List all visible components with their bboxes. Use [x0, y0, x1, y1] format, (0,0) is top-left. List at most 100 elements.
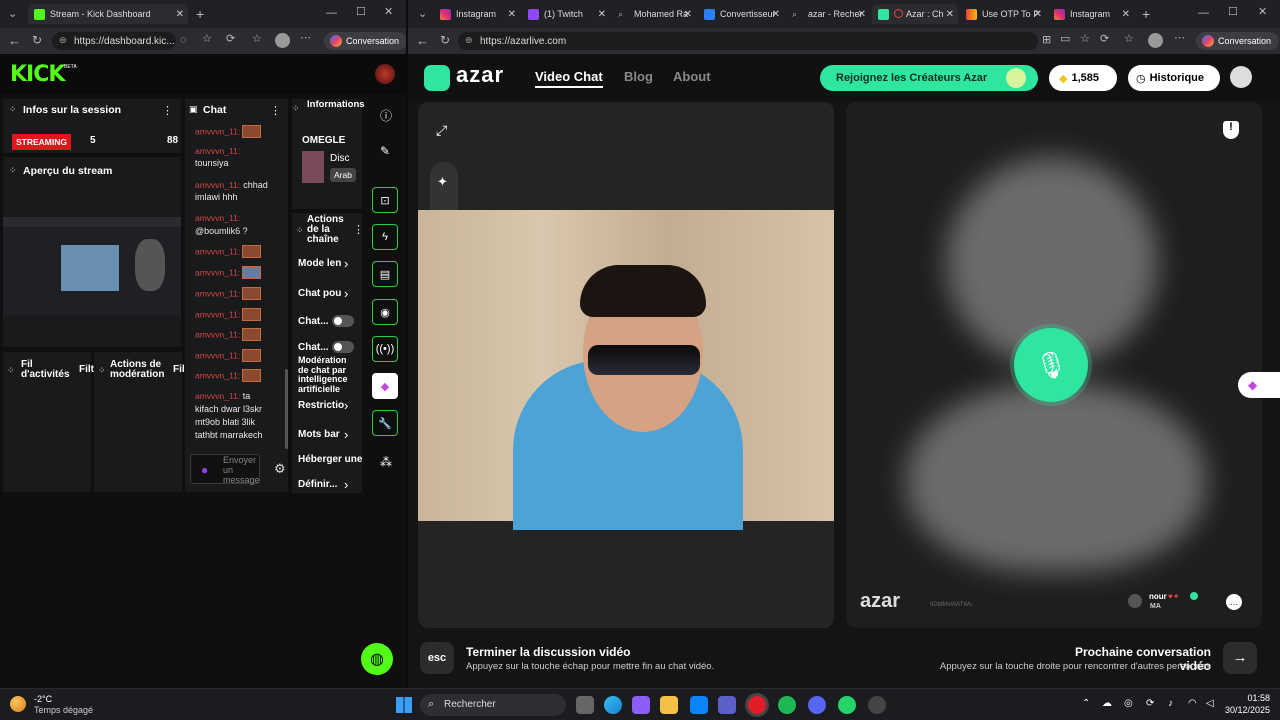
maximize-icon[interactable]: ☐ [1228, 7, 1238, 18]
tab-list-chevron-icon[interactable]: ⌄ [8, 9, 17, 20]
close-tab-icon[interactable]: ✕ [1034, 9, 1042, 20]
tab-azar-search[interactable]: ⌕ azar - Recher ✕ [786, 4, 870, 24]
app-icon[interactable] [868, 696, 886, 714]
nav-blog[interactable]: Blog [624, 69, 653, 84]
action-define[interactable]: Définir... [298, 479, 337, 490]
url-field[interactable]: ⊜ https://azarlive.com [458, 32, 1038, 50]
weather-moon-icon[interactable] [10, 696, 26, 712]
chat-username[interactable]: amvvvn_11 [195, 126, 238, 136]
more-menu-icon[interactable]: ⋯ [1174, 33, 1185, 44]
drag-icon[interactable]: ⁘ [98, 365, 106, 376]
chat-settings-gear-icon[interactable]: ⚙ [274, 461, 286, 477]
chat-username[interactable]: amvvvn_11 [195, 246, 238, 256]
info-icon[interactable]: ⓘ [380, 107, 392, 124]
sparkle-effects-icon[interactable]: ✦ [437, 174, 448, 190]
tray-sync-icon[interactable]: ⟳ [1146, 698, 1154, 709]
read-aloud-icon[interactable]: ◌ [180, 35, 187, 46]
close-tab-icon[interactable]: ✕ [946, 9, 954, 20]
tray-cloud-icon[interactable]: ☁ [1102, 698, 1112, 709]
azar-logo-icon[interactable] [424, 65, 450, 91]
windows-start-icon[interactable] [396, 697, 412, 713]
actions-menu-icon[interactable]: ⋮ [353, 223, 364, 236]
url-field[interactable]: ⊜ https://dashboard.kic... [52, 32, 176, 50]
app-available-icon[interactable]: ⊞ [1042, 35, 1051, 46]
wifi-icon[interactable]: ◠ [1188, 698, 1197, 709]
tab-converter[interactable]: Convertisseur ✕ [698, 4, 784, 24]
close-tab-icon[interactable]: ✕ [598, 9, 606, 20]
session-menu-icon[interactable]: ⋮ [162, 104, 173, 117]
close-window-icon[interactable]: ✕ [384, 7, 393, 18]
extensions-icon[interactable]: ⟳ [226, 34, 235, 45]
tab-azar-chat[interactable]: Azar : Ch ✕ [872, 4, 958, 24]
drag-icon[interactable]: ⁘ [9, 165, 17, 176]
chat-username[interactable]: amvvvn_11 [195, 146, 238, 156]
app-heart-icon[interactable] [632, 696, 650, 714]
recording-app-icon[interactable] [748, 696, 766, 714]
tab-otp[interactable]: Use OTP To P ✕ [960, 4, 1046, 24]
drag-icon[interactable]: ⁘ [296, 225, 304, 236]
chat-username[interactable]: amvvvn_11 [195, 288, 238, 298]
document-icon[interactable]: ▤ [372, 261, 398, 287]
close-tab-icon[interactable]: ✕ [1122, 9, 1130, 20]
user-avatar[interactable] [375, 64, 395, 84]
new-tab-icon[interactable]: + [196, 7, 204, 21]
chat-bubble-icon[interactable]: … [1226, 594, 1242, 610]
edit-pencil-icon[interactable]: ✎ [380, 144, 390, 158]
broadcast-icon[interactable]: ((•)) [372, 336, 398, 362]
tab-instagram-2[interactable]: Instagram ✕ [1048, 4, 1134, 24]
action-ai-moderation[interactable]: Modération de chat par intelligence arti… [298, 355, 356, 394]
tab-twitch[interactable]: (1) Twitch ✕ [522, 4, 610, 24]
azar-logo-text[interactable]: azar [456, 62, 504, 88]
collections-icon[interactable]: ☆ [1124, 34, 1134, 45]
extensions-icon[interactable]: ⟳ [1100, 34, 1109, 45]
chat-username[interactable]: amvvvn_11 [195, 309, 238, 319]
volume-icon[interactable]: ◁ [1206, 698, 1214, 709]
new-tab-icon[interactable]: + [1142, 7, 1150, 21]
maximize-icon[interactable]: ☐ [356, 7, 366, 18]
kick-logo[interactable]: KICK [10, 62, 65, 87]
clock-time[interactable]: 01:58 [1230, 693, 1270, 703]
drag-icon[interactable]: ⁘ [292, 103, 300, 114]
action-host[interactable]: Héberger une [298, 454, 362, 465]
tab-instagram[interactable]: Instagram ✕ [434, 4, 520, 24]
taskbar-search-box[interactable]: ⌕ Rechercher [420, 694, 566, 716]
profile-avatar[interactable] [1148, 33, 1163, 48]
tray-chevron-up-icon[interactable]: ⌃ [1082, 698, 1090, 709]
chat-username[interactable]: amvvvn_11 [195, 391, 238, 401]
azar-extension-icon[interactable]: ◆ [372, 373, 398, 399]
esc-key[interactable]: esc [420, 642, 454, 674]
video-icon[interactable]: ▭ [1060, 34, 1070, 45]
history-button[interactable]: ◷ Historique [1128, 65, 1220, 91]
discord-icon[interactable] [808, 696, 826, 714]
close-window-icon[interactable]: ✕ [1258, 7, 1267, 18]
gems-balance[interactable]: ◆ 1,585 [1049, 65, 1117, 91]
kick-support-button[interactable]: ◍ [361, 643, 393, 675]
back-icon[interactable]: ← [8, 34, 21, 47]
expand-icon[interactable]: ⤢ [436, 122, 447, 139]
weather-temp[interactable]: -2°C [34, 694, 52, 704]
nav-video-chat[interactable]: Video Chat [535, 69, 603, 88]
close-tab-icon[interactable]: ✕ [858, 9, 866, 20]
chat-scrollbar[interactable] [285, 369, 288, 449]
creators-button[interactable]: Rejoignez les Créateurs Azar [820, 65, 1038, 91]
tab-list-chevron-icon[interactable]: ⌄ [418, 9, 427, 20]
favorite-star-icon[interactable]: ☆ [202, 34, 212, 45]
chat-username[interactable]: amvvvn_11 [195, 213, 238, 223]
reload-icon[interactable]: ↻ [32, 34, 42, 46]
minimize-icon[interactable]: — [326, 8, 337, 19]
tab-search-mohamed[interactable]: ⌕ Mohamed Ra ✕ [612, 4, 696, 24]
chat-username[interactable]: amvvvn_11 [195, 267, 238, 277]
spotify-icon[interactable] [778, 696, 796, 714]
end-chat-title[interactable]: Terminer la discussion vidéo [466, 645, 631, 659]
chat-toggle-1[interactable] [332, 315, 354, 327]
partner-name[interactable]: nour [1149, 592, 1167, 601]
profile-avatar[interactable] [275, 33, 290, 48]
chat-message-icon[interactable]: ◉ [372, 299, 398, 325]
task-view-icon[interactable] [576, 696, 594, 714]
collections-icon[interactable]: ☆ [252, 34, 262, 45]
close-tab-icon[interactable]: ✕ [772, 9, 780, 20]
lightning-icon[interactable]: ϟ [372, 224, 398, 250]
camera-focus-icon[interactable]: ⊡ [372, 187, 398, 213]
close-tab-icon[interactable]: ✕ [176, 9, 184, 20]
tray-microphone-icon[interactable]: ♪ [1168, 698, 1173, 709]
